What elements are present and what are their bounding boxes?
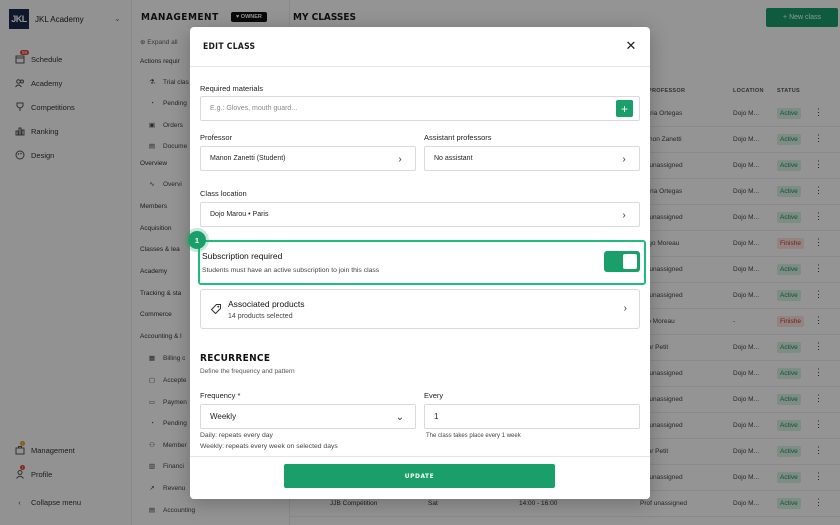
every-label: Every <box>424 391 444 400</box>
update-button[interactable]: UPDATE <box>284 464 555 488</box>
add-material-button[interactable]: + <box>616 100 633 117</box>
every-hint: The class takes place every 1 week <box>426 433 521 439</box>
professor-label: Professor <box>200 133 233 142</box>
subscription-toggle[interactable] <box>604 251 640 272</box>
required-materials-label: Required materials <box>200 84 263 93</box>
subscription-title: Subscription required <box>202 251 283 261</box>
every-input[interactable]: 1 <box>424 404 640 429</box>
every-value: 1 <box>434 412 439 421</box>
close-icon[interactable]: ✕ <box>624 38 638 53</box>
location-value: Dojo Marou • Paris <box>210 211 269 218</box>
frequency-hint-daily: Daily: repeats every day <box>200 432 273 439</box>
assistant-professors-select[interactable]: No assistant › <box>424 146 640 171</box>
edit-class-modal: EDIT CLASS ✕ Required materials E.g.: Gl… <box>190 27 650 499</box>
assistant-professors-label: Assistant professors <box>424 133 492 142</box>
modal-title: EDIT CLASS <box>203 42 256 52</box>
chevron-right-icon: › <box>623 303 627 314</box>
associated-products-card[interactable]: Associated products 14 products selected… <box>200 289 640 329</box>
professor-select[interactable]: Manon Zanetti (Student) › <box>200 146 416 171</box>
tag-icon <box>210 303 222 315</box>
recurrence-title: RECURRENCE <box>200 353 271 364</box>
chevron-right-icon: › <box>622 209 626 221</box>
subscription-description: Students must have an active subscriptio… <box>202 267 380 274</box>
class-location-select[interactable]: Dojo Marou • Paris › <box>200 202 640 227</box>
required-materials-placeholder: E.g.: Gloves, mouth guard... <box>210 105 298 112</box>
products-subtitle: 14 products selected <box>228 313 293 320</box>
chevron-right-icon: › <box>622 153 626 165</box>
professor-value: Manon Zanetti (Student) <box>210 155 286 162</box>
frequency-hint-weekly: Weekly: repeats every week on selected d… <box>200 443 338 450</box>
chevron-down-icon: ⌄ <box>395 411 405 423</box>
subscription-required-card[interactable]: Subscription required Students must have… <box>198 240 646 285</box>
step-badge: 1 <box>188 231 206 249</box>
products-title: Associated products <box>228 299 305 309</box>
required-materials-input[interactable]: E.g.: Gloves, mouth guard... + <box>200 96 640 121</box>
modal-footer: UPDATE <box>190 456 650 499</box>
frequency-label: Frequency * <box>200 391 241 400</box>
assistant-value: No assistant <box>434 155 473 162</box>
frequency-select[interactable]: Weekly ⌄ <box>200 404 416 429</box>
class-location-label: Class location <box>200 189 247 198</box>
modal-header: EDIT CLASS ✕ <box>190 27 650 67</box>
toggle-knob <box>623 254 637 269</box>
frequency-value: Weekly <box>210 412 237 421</box>
recurrence-subtitle: Define the frequency and pattern <box>200 368 295 375</box>
chevron-right-icon: › <box>398 153 402 165</box>
